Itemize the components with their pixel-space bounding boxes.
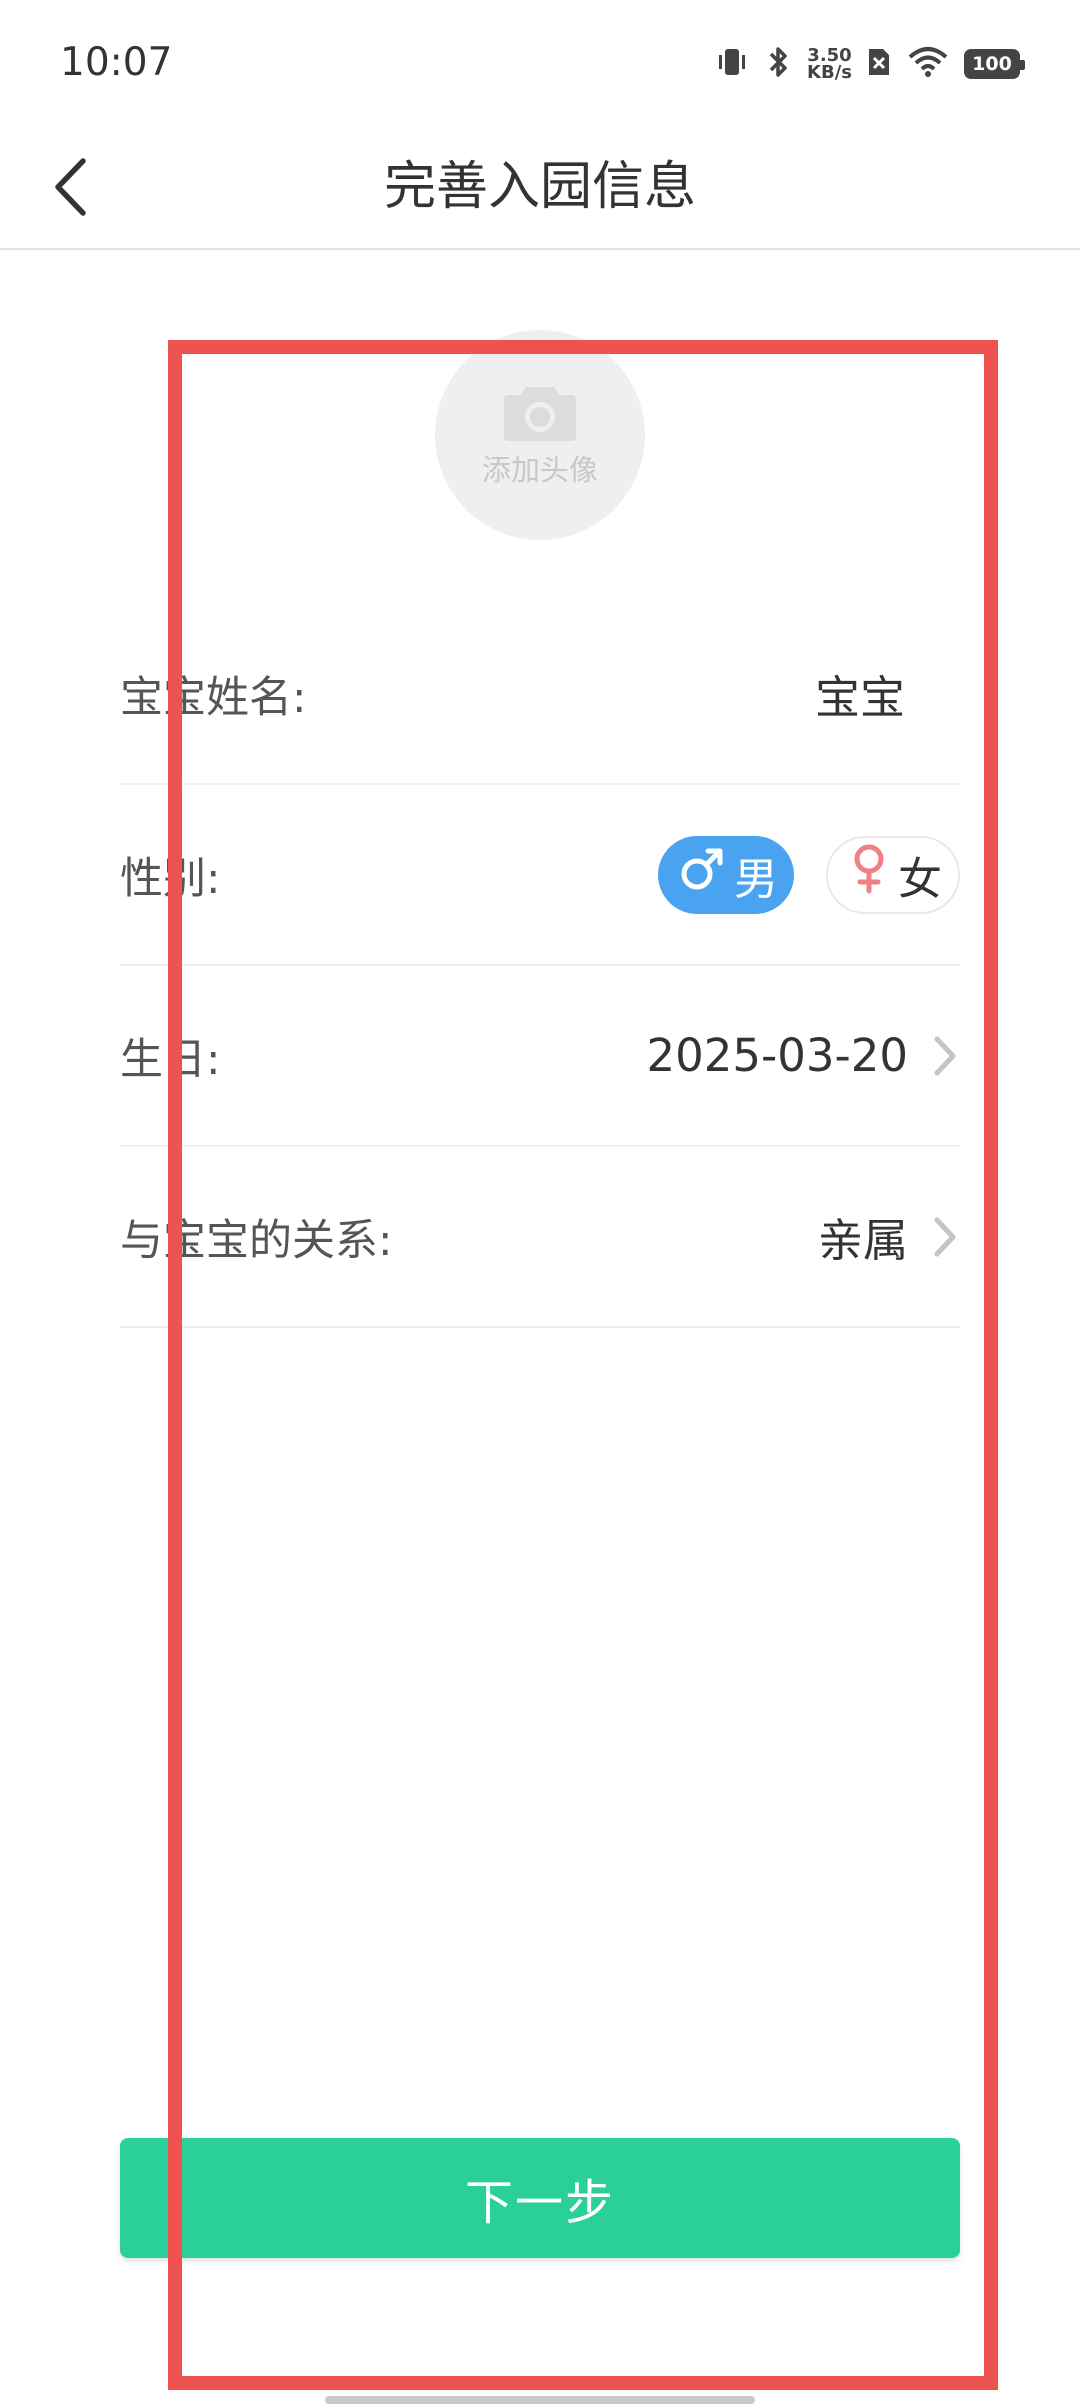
status-time: 10:07 [60,40,173,85]
gender-row: 性别: 男 女 [120,785,960,966]
add-avatar-button[interactable]: 添加头像 [435,330,645,540]
male-icon [678,845,726,904]
wifi-icon [906,45,950,83]
battery-icon: 100 [964,49,1025,79]
birthday-row[interactable]: 生日: 2025-03-20 [120,966,960,1147]
home-indicator[interactable] [325,2396,755,2404]
birthday-value: 2025-03-20 [646,1029,908,1082]
status-icons: 3.50 KB/s 100 [715,42,1025,86]
avatar-label: 添加头像 [481,453,598,487]
gender-label: 性别: [120,853,221,904]
gender-male-text: 男 [734,853,778,905]
camera-icon [504,387,576,441]
chevron-right-icon [934,1217,956,1256]
relation-label: 与宝宝的关系: [120,1215,393,1266]
relation-value-wrapper: 亲属 [818,1204,960,1269]
vibrate-icon [715,45,749,83]
no-sim-icon [866,46,892,82]
status-bar: 10:07 3.50 KB/s 100 [0,0,1080,125]
chevron-right-icon [934,1036,956,1075]
bluetooth-icon [763,44,793,84]
net-speed-unit: KB/s [807,62,852,83]
nav-bar: 完善入园信息 [0,125,1080,250]
baby-name-label: 宝宝姓名: [120,672,307,723]
female-icon [848,843,890,906]
gender-female-button[interactable]: 女 [826,835,960,914]
net-speed: 3.50 KB/s [807,47,852,83]
birthday-value-wrapper: 2025-03-20 [646,1029,960,1082]
next-step-button[interactable]: 下一步 [120,2138,960,2258]
birthday-label: 生日: [120,1034,221,1085]
page-title: 完善入园信息 [383,157,696,217]
baby-name-value-wrapper: 宝宝 [815,661,960,726]
baby-name-row[interactable]: 宝宝姓名: 宝宝 [120,604,960,785]
gender-male-button[interactable]: 男 [658,835,794,914]
gender-options: 男 女 [658,835,960,914]
gender-female-text: 女 [898,853,942,905]
relation-value: 亲属 [817,1214,908,1267]
baby-name-value[interactable]: 宝宝 [815,661,905,726]
relation-row[interactable]: 与宝宝的关系: 亲属 [120,1147,960,1328]
